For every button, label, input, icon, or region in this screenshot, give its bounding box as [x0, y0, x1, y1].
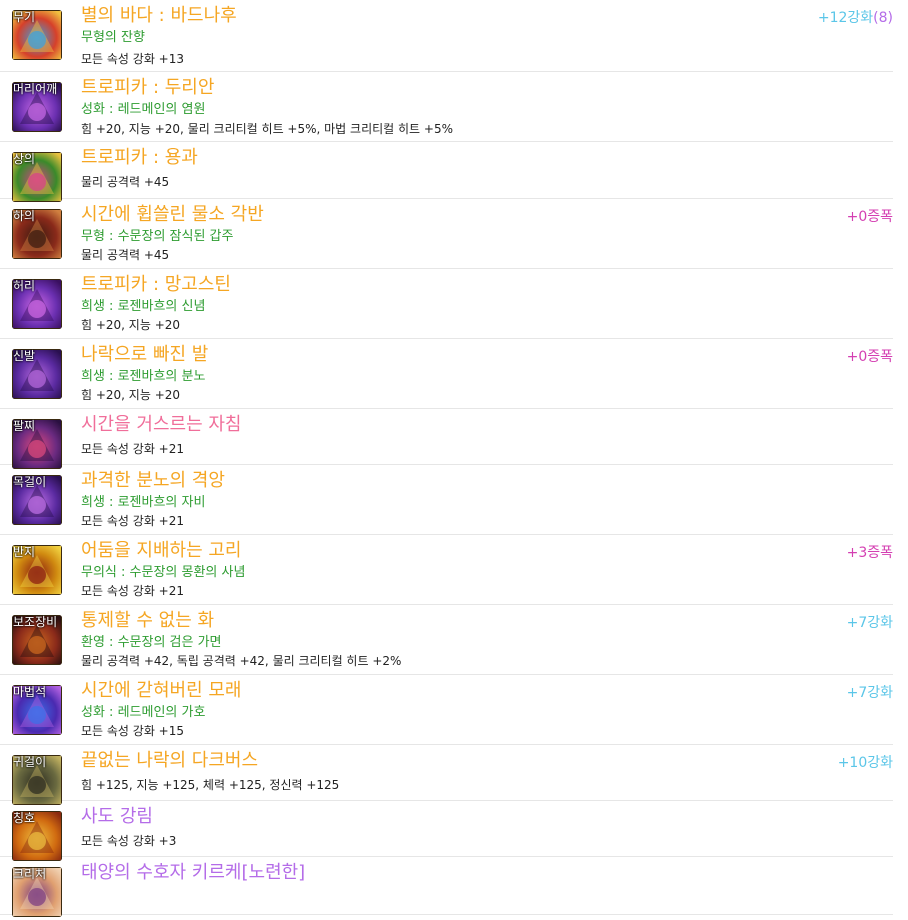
- item-icon[interactable]: 머리어깨: [12, 82, 62, 132]
- upgrade-badge: +7강화: [847, 684, 893, 702]
- item-option: 환영 : 수문장의 검은 가면: [81, 635, 222, 650]
- upgrade-value: +0증폭: [846, 209, 893, 225]
- item-stat: 모든 속성 강화 +15: [81, 724, 185, 738]
- equipment-row[interactable]: 목걸이 과격한 분노의 격앙희생 : 로젠바흐의 자비모든 속성 강화 +21: [0, 465, 893, 535]
- item-icon[interactable]: 상의: [12, 152, 62, 202]
- item-option: 무형 : 수문장의 잠식된 갑주: [81, 229, 234, 244]
- item-option: 무형의 잔향: [81, 30, 145, 45]
- item-stat: 모든 속성 강화 +21: [81, 442, 185, 456]
- item-option: 성화 : 레드메인의 염원: [81, 102, 206, 117]
- slot-label: 상의: [13, 152, 36, 166]
- equipment-row[interactable]: 하의 시간에 휩쓸린 물소 각반무형 : 수문장의 잠식된 갑주물리 공격력 +4…: [0, 199, 893, 269]
- item-name[interactable]: 트로피카 : 망고스틴: [81, 274, 231, 296]
- item-name[interactable]: 나락으로 빠진 발: [81, 344, 208, 366]
- equipment-row[interactable]: 귀걸이 끝없는 나락의 다크버스힘 +125, 지능 +125, 체력 +125,…: [0, 745, 893, 805]
- item-icon[interactable]: 보조장비: [12, 615, 62, 665]
- item-stat: 물리 공격력 +42, 독립 공격력 +42, 물리 크리티컬 히트 +2%: [81, 654, 402, 668]
- item-name[interactable]: 사도 강림: [81, 806, 153, 828]
- item-stat: 물리 공격력 +45: [81, 175, 170, 189]
- equipment-row[interactable]: 크리처 태양의 수호자 키르케[노련한]: [0, 857, 893, 917]
- item-stat: 물리 공격력 +45: [81, 248, 170, 262]
- item-name[interactable]: 트로피카 : 용과: [81, 147, 198, 169]
- equipment-row[interactable]: 팔찌 시간을 거스르는 자침모든 속성 강화 +21: [0, 409, 893, 469]
- item-name[interactable]: 끝없는 나락의 다크버스: [81, 750, 258, 772]
- item-name[interactable]: 태양의 수호자 키르케[노련한]: [81, 862, 305, 884]
- upgrade-value: +7강화: [846, 615, 893, 631]
- slot-label: 크리처: [13, 867, 47, 881]
- upgrade-value: +3증폭: [846, 545, 893, 561]
- item-icon[interactable]: 하의: [12, 209, 62, 259]
- upgrade-value: +10강화: [837, 755, 893, 771]
- item-option: 희생 : 로젠바흐의 분노: [81, 369, 206, 384]
- upgrade-extra: (8): [873, 10, 893, 26]
- item-name[interactable]: 시간에 휩쓸린 물소 각반: [81, 204, 264, 226]
- upgrade-badge: +0증폭: [847, 348, 893, 366]
- slot-label: 무기: [13, 10, 36, 24]
- item-name[interactable]: 시간에 갇혀버린 모래: [81, 680, 241, 702]
- item-name[interactable]: 트로피카 : 두리안: [81, 77, 214, 99]
- item-name[interactable]: 통제할 수 없는 화: [81, 610, 214, 632]
- item-stat: 모든 속성 강화 +21: [81, 514, 185, 528]
- upgrade-value: +0증폭: [846, 349, 893, 365]
- item-stat: 힘 +20, 지능 +20: [81, 318, 181, 332]
- item-stat: 모든 속성 강화 +13: [81, 52, 185, 66]
- item-icon[interactable]: 허리: [12, 279, 62, 329]
- slot-label: 하의: [13, 209, 36, 223]
- item-stat: 모든 속성 강화 +3: [81, 834, 177, 848]
- upgrade-badge: +10강화: [838, 754, 893, 772]
- item-option: 무의식 : 수문장의 몽환의 사념: [81, 565, 246, 580]
- equipment-row[interactable]: 칭호 사도 강림모든 속성 강화 +3: [0, 801, 893, 861]
- item-option: 희생 : 로젠바흐의 자비: [81, 495, 206, 510]
- slot-label: 마법석: [13, 685, 47, 699]
- upgrade-value: +7강화: [846, 685, 893, 701]
- item-stat: 힘 +20, 지능 +20: [81, 388, 181, 402]
- slot-label: 귀걸이: [13, 755, 47, 769]
- item-name[interactable]: 별의 바다 : 바드나후: [81, 5, 237, 27]
- upgrade-badge: +12강화(8): [818, 9, 893, 27]
- slot-label: 목걸이: [13, 475, 47, 489]
- slot-label: 허리: [13, 279, 36, 293]
- item-name[interactable]: 시간을 거스르는 자침: [81, 414, 241, 436]
- equipment-row[interactable]: 신발 나락으로 빠진 발희생 : 로젠바흐의 분노힘 +20, 지능 +20 +0증…: [0, 339, 893, 409]
- item-icon[interactable]: 크리처: [12, 867, 62, 917]
- upgrade-badge: +7강화: [847, 614, 893, 632]
- item-icon[interactable]: 칭호: [12, 811, 62, 861]
- item-icon[interactable]: 신발: [12, 349, 62, 399]
- equipment-row[interactable]: 상의 트로피카 : 용과물리 공격력 +45: [0, 142, 893, 202]
- equipment-row[interactable]: 머리어깨 트로피카 : 두리안성화 : 레드메인의 염원힘 +20, 지능 +20…: [0, 72, 893, 142]
- item-icon[interactable]: 목걸이: [12, 475, 62, 525]
- item-icon[interactable]: 반지: [12, 545, 62, 595]
- item-stat: 힘 +125, 지능 +125, 체력 +125, 정신력 +125: [81, 778, 340, 792]
- item-stat: 힘 +20, 지능 +20, 물리 크리티컬 히트 +5%, 마법 크리티컬 히…: [81, 122, 453, 136]
- item-icon[interactable]: 마법석: [12, 685, 62, 735]
- upgrade-value: +12강화: [817, 10, 874, 26]
- item-icon[interactable]: 팔찌: [12, 419, 62, 469]
- item-stat: 모든 속성 강화 +21: [81, 584, 185, 598]
- item-icon[interactable]: 귀걸이: [12, 755, 62, 805]
- upgrade-badge: +3증폭: [847, 544, 893, 562]
- slot-label: 보조장비: [13, 615, 58, 629]
- slot-label: 반지: [13, 545, 36, 559]
- equipment-row[interactable]: 마법석 시간에 갇혀버린 모래성화 : 레드메인의 가호모든 속성 강화 +15 +…: [0, 675, 893, 745]
- slot-label: 머리어깨: [13, 82, 58, 96]
- item-option: 희생 : 로젠바흐의 신념: [81, 299, 206, 314]
- equipment-row[interactable]: 허리 트로피카 : 망고스틴희생 : 로젠바흐의 신념힘 +20, 지능 +20: [0, 269, 893, 339]
- slot-label: 칭호: [13, 811, 36, 825]
- slot-label: 팔찌: [13, 419, 36, 433]
- item-name[interactable]: 어둠을 지배하는 고리: [81, 540, 241, 562]
- equipment-row[interactable]: 반지 어둠을 지배하는 고리무의식 : 수문장의 몽환의 사념모든 속성 강화 +…: [0, 535, 893, 605]
- item-option: 성화 : 레드메인의 가호: [81, 705, 206, 720]
- equipment-row[interactable]: 무기 별의 바다 : 바드나후무형의 잔향모든 속성 강화 +13 +12강화(8): [0, 0, 893, 72]
- equipment-row[interactable]: 보조장비 통제할 수 없는 화환영 : 수문장의 검은 가면물리 공격력 +42,…: [0, 605, 893, 675]
- item-icon[interactable]: 무기: [12, 10, 62, 60]
- upgrade-badge: +0증폭: [847, 208, 893, 226]
- slot-label: 신발: [13, 349, 36, 363]
- item-name[interactable]: 과격한 분노의 격앙: [81, 470, 225, 492]
